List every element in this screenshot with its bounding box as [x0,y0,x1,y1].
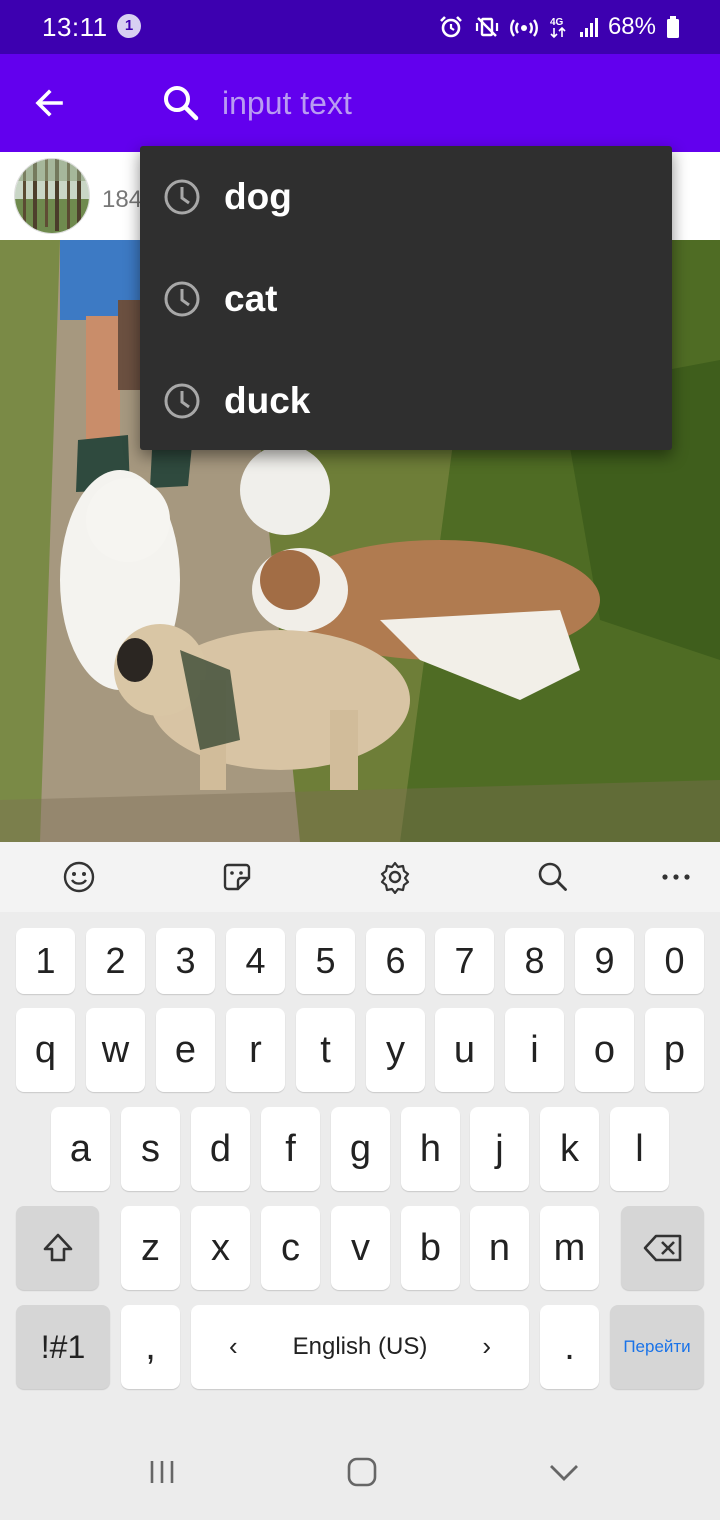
home-icon[interactable] [340,1452,384,1492]
backspace-icon [643,1234,681,1262]
language-label: English (US) [292,1333,428,1360]
key-5[interactable]: 5 [296,928,355,994]
status-time: 13:11 [42,12,108,42]
status-icons: 4G 68% [438,10,680,44]
symbols-key[interactable]: !#1 [16,1305,110,1389]
more-options-icon[interactable] [657,858,695,896]
key-6[interactable]: 6 [366,928,425,994]
go-action-key[interactable]: Перейти [610,1305,704,1389]
space-language-key[interactable]: ‹ English (US) › [191,1305,529,1389]
period-key[interactable]: . [540,1305,599,1389]
chevron-right-icon: › [482,1331,491,1361]
status-bar: 13:11 1 4G 68% [0,0,720,54]
backspace-key[interactable] [621,1206,704,1290]
key-y[interactable]: y [366,1008,425,1092]
search-icon[interactable] [534,858,572,896]
key-q[interactable]: q [16,1008,75,1092]
shift-key[interactable] [16,1206,99,1290]
key-s[interactable]: s [121,1107,180,1191]
sticker-icon[interactable] [218,858,256,896]
key-8[interactable]: 8 [505,928,564,994]
history-clock-icon [164,281,200,317]
suggestion-label: duck [224,380,311,421]
key-e[interactable]: e [156,1008,215,1092]
key-w[interactable]: w [86,1008,145,1092]
key-4[interactable]: 4 [226,928,285,994]
history-clock-icon [164,179,200,215]
app-bar [0,54,720,152]
key-v[interactable]: v [331,1206,390,1290]
key-2[interactable]: 2 [86,928,145,994]
search-icon [160,82,202,124]
search-input[interactable] [222,80,682,126]
svg-text:4G: 4G [550,17,564,28]
key-n[interactable]: n [470,1206,529,1290]
vibrate-mute-icon [474,14,500,40]
key-3[interactable]: 3 [156,928,215,994]
comma-key[interactable]: , [121,1305,180,1389]
key-a[interactable]: a [51,1107,110,1191]
key-9[interactable]: 9 [575,928,634,994]
key-x[interactable]: x [191,1206,250,1290]
signal-icon [578,14,600,40]
navigation-bar [0,1420,720,1520]
key-z[interactable]: z [121,1206,180,1290]
suggestion-label: cat [224,278,278,319]
network-4g-icon: 4G [548,14,568,40]
key-o[interactable]: o [575,1008,634,1092]
key-m[interactable]: m [540,1206,599,1290]
keyboard-toolbar [0,842,720,912]
key-p[interactable]: p [645,1008,704,1092]
key-i[interactable]: i [505,1008,564,1092]
suggestion-label: dog [224,176,292,217]
hotspot-icon [510,14,538,40]
chevron-left-icon: ‹ [229,1331,238,1361]
key-b[interactable]: b [401,1206,460,1290]
search-suggestions-dropdown: dog cat duck [140,146,672,450]
back-arrow-icon[interactable] [26,80,72,126]
suggestion-item-cat[interactable]: cat [140,248,672,350]
key-d[interactable]: d [191,1107,250,1191]
forest-thumbnail [14,158,90,234]
back-chevron-icon[interactable] [542,1452,586,1492]
settings-gear-icon[interactable] [376,858,414,896]
key-0[interactable]: 0 [645,928,704,994]
key-7[interactable]: 7 [435,928,494,994]
suggestion-item-duck[interactable]: duck [140,350,672,452]
key-g[interactable]: g [331,1107,390,1191]
recent-apps-icon[interactable] [140,1452,184,1492]
battery-percent: 68% [607,13,656,40]
key-1[interactable]: 1 [16,928,75,994]
emoji-icon[interactable] [60,858,98,896]
history-clock-icon [164,383,200,419]
alarm-icon [438,14,464,40]
key-h[interactable]: h [401,1107,460,1191]
key-k[interactable]: k [540,1107,599,1191]
key-j[interactable]: j [470,1107,529,1191]
result-count-text: 184 [102,186,143,213]
key-t[interactable]: t [296,1008,355,1092]
notification-count-badge: 1 [117,14,141,38]
key-u[interactable]: u [435,1008,494,1092]
shift-arrow-icon [43,1233,72,1262]
key-r[interactable]: r [226,1008,285,1092]
keyboard: 1 2 3 4 5 6 7 8 9 0 q w e r t y u i o p … [0,842,720,1520]
key-c[interactable]: c [261,1206,320,1290]
key-f[interactable]: f [261,1107,320,1191]
suggestion-item-dog[interactable]: dog [140,146,672,248]
battery-icon [666,14,680,40]
key-l[interactable]: l [610,1107,669,1191]
